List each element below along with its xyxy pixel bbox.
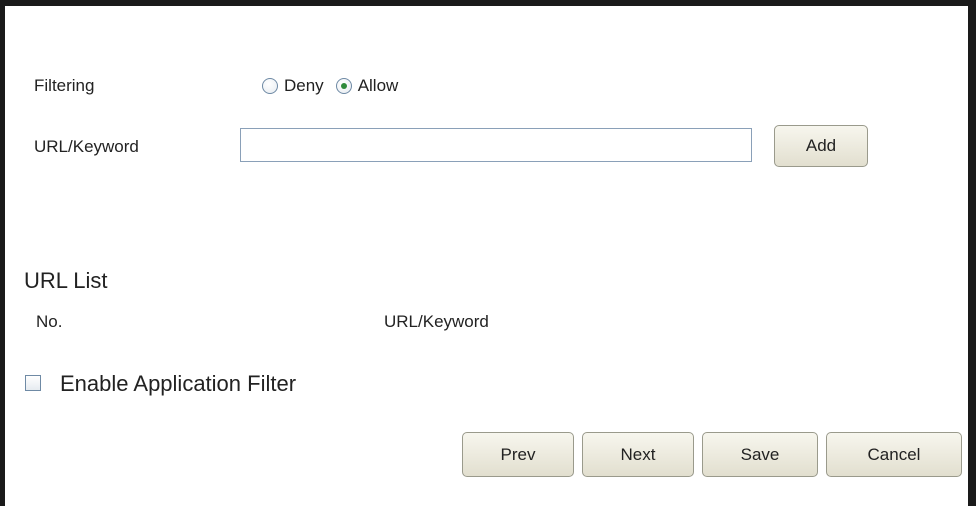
filtering-radio-group: Deny Allow [262, 76, 410, 96]
filtering-label: Filtering [34, 76, 95, 95]
url-list-heading: URL List [24, 268, 108, 293]
panel-border-top [0, 0, 976, 6]
enable-application-filter-label[interactable]: Enable Application Filter [60, 371, 296, 397]
enable-application-filter-checkbox[interactable] [25, 375, 41, 391]
add-button[interactable]: Add [774, 125, 868, 167]
url-keyword-input[interactable] [240, 128, 752, 162]
next-button[interactable]: Next [582, 432, 694, 477]
deny-radio-label[interactable]: Deny [284, 76, 324, 96]
allow-radio[interactable] [335, 78, 352, 94]
url-list-column-no: No. [36, 312, 63, 331]
url-keyword-label: URL/Keyword [34, 137, 139, 156]
save-button[interactable]: Save [702, 432, 818, 477]
cancel-button[interactable]: Cancel [826, 432, 962, 477]
prev-button[interactable]: Prev [462, 432, 574, 477]
allow-radio-label[interactable]: Allow [358, 76, 399, 96]
url-list-column-url: URL/Keyword [384, 312, 489, 331]
deny-radio[interactable] [262, 78, 278, 94]
panel-border-right [968, 0, 976, 506]
panel-border-left [0, 0, 5, 506]
settings-panel: Filtering Deny Allow URL/Keyword Add URL… [0, 0, 976, 506]
